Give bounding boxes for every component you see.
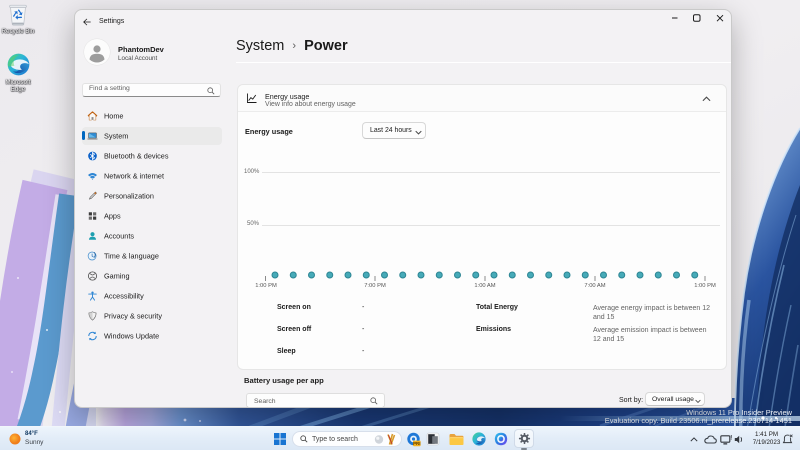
svg-text:!: ! xyxy=(730,435,732,441)
svg-text:PRI: PRI xyxy=(413,441,420,446)
